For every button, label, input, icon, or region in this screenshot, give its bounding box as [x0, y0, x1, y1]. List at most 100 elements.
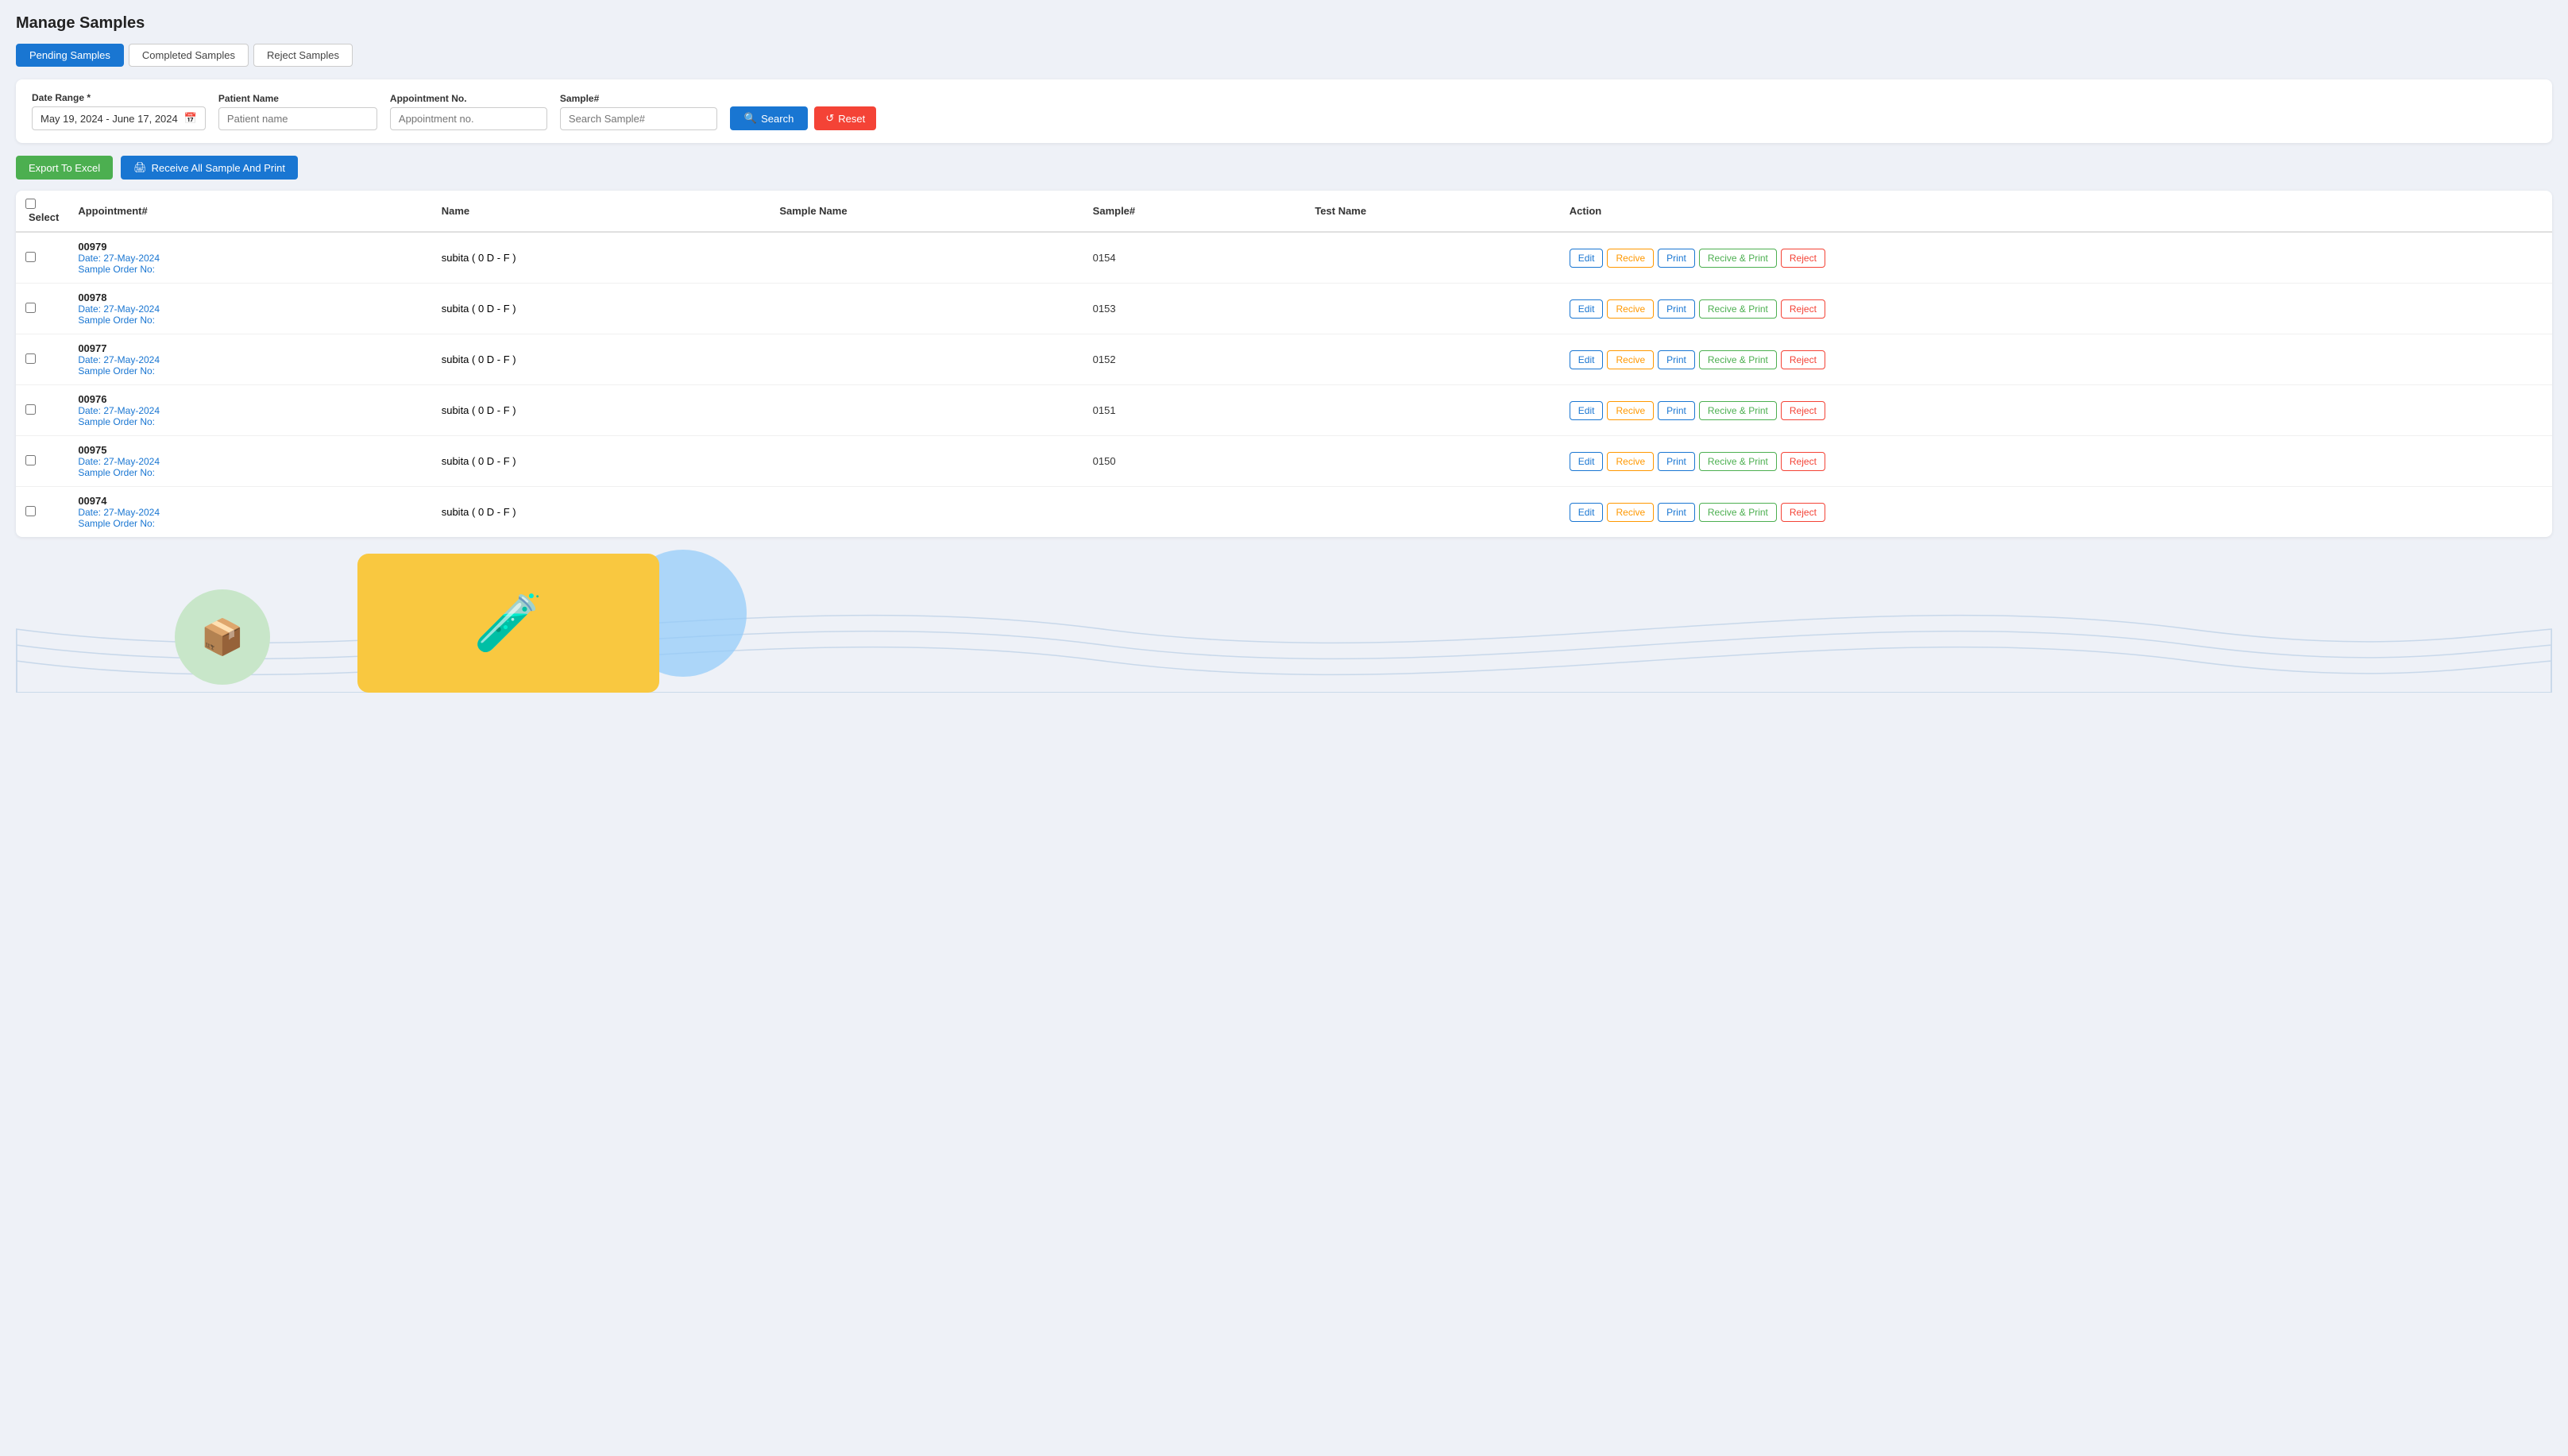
appointment-date: Date: 27-May-2024 — [78, 303, 422, 315]
patient-name-cell: subita ( 0 D - F ) — [432, 436, 770, 487]
receive-button[interactable]: Recive — [1607, 401, 1654, 420]
filter-card: Date Range * May 19, 2024 - June 17, 202… — [16, 79, 2552, 143]
receive-print-button[interactable]: Recive & Print — [1699, 503, 1777, 522]
tab-reject-samples[interactable]: Reject Samples — [253, 44, 353, 67]
appointment-order: Sample Order No: — [78, 315, 422, 326]
print-icon: 🖨 — [133, 161, 147, 174]
print-button[interactable]: Print — [1658, 350, 1695, 369]
appointment-no-input[interactable] — [390, 107, 547, 130]
export-excel-button[interactable]: Export To Excel — [16, 156, 113, 180]
edit-button[interactable]: Edit — [1570, 299, 1604, 319]
date-range-label: Date Range * — [32, 92, 206, 103]
tab-pending-samples[interactable]: Pending Samples — [16, 44, 124, 67]
edit-button[interactable]: Edit — [1570, 503, 1604, 522]
reject-button[interactable]: Reject — [1781, 249, 1825, 268]
row-checkbox-0[interactable] — [25, 252, 36, 262]
sample-search-input[interactable] — [560, 107, 717, 130]
date-range-group: Date Range * May 19, 2024 - June 17, 202… — [32, 92, 206, 130]
row-checkbox-4[interactable] — [25, 455, 36, 465]
action-toolbar: Export To Excel 🖨 Receive All Sample And… — [16, 156, 2552, 180]
edit-button[interactable]: Edit — [1570, 249, 1604, 268]
patient-name-label: Patient Name — [218, 93, 377, 104]
table-row: 00974 Date: 27-May-2024 Sample Order No:… — [16, 487, 2552, 538]
receive-button[interactable]: Recive — [1607, 503, 1654, 522]
appointment-number: 00979 — [78, 241, 422, 253]
appointment-order: Sample Order No: — [78, 416, 422, 427]
action-buttons: Edit Recive Print Recive & Print Reject — [1570, 452, 2543, 471]
sample-name-cell — [770, 487, 1083, 538]
tube-illustration: 🧪 — [473, 591, 543, 656]
row-checkbox-2[interactable] — [25, 353, 36, 364]
samples-table-wrapper: Select Appointment# Name Sample Name Sam… — [16, 191, 2552, 537]
patient-name-cell: subita ( 0 D - F ) — [432, 232, 770, 284]
reject-button[interactable]: Reject — [1781, 401, 1825, 420]
sample-number-cell: 0154 — [1083, 232, 1306, 284]
action-buttons: Edit Recive Print Recive & Print Reject — [1570, 249, 2543, 268]
appointment-date: Date: 27-May-2024 — [78, 405, 422, 416]
deco-image: 🧪 — [357, 554, 659, 693]
tab-completed-samples[interactable]: Completed Samples — [129, 44, 249, 67]
receive-button[interactable]: Recive — [1607, 299, 1654, 319]
receive-print-button[interactable]: Recive & Print — [1699, 452, 1777, 471]
test-name-cell — [1305, 385, 1559, 436]
reject-button[interactable]: Reject — [1781, 350, 1825, 369]
sample-name-cell — [770, 232, 1083, 284]
row-checkbox-1[interactable] — [25, 303, 36, 313]
reject-button[interactable]: Reject — [1781, 452, 1825, 471]
receive-print-button[interactable]: Recive & Print — [1699, 350, 1777, 369]
print-button[interactable]: Print — [1658, 299, 1695, 319]
appointment-order: Sample Order No: — [78, 518, 422, 529]
reset-button[interactable]: ↺ Reset — [814, 106, 876, 130]
appointment-no-group: Appointment No. — [390, 93, 547, 130]
table-row: 00976 Date: 27-May-2024 Sample Order No:… — [16, 385, 2552, 436]
receive-button[interactable]: Recive — [1607, 452, 1654, 471]
receive-button[interactable]: Recive — [1607, 249, 1654, 268]
test-name-cell — [1305, 436, 1559, 487]
print-button[interactable]: Print — [1658, 249, 1695, 268]
reset-icon: ↺ — [825, 112, 834, 125]
appointment-no-label: Appointment No. — [390, 93, 547, 104]
appointment-order: Sample Order No: — [78, 467, 422, 478]
tab-bar: Pending Samples Completed Samples Reject… — [16, 44, 2552, 67]
appointment-number: 00976 — [78, 393, 422, 405]
print-button[interactable]: Print — [1658, 503, 1695, 522]
sample-number-cell: 0152 — [1083, 334, 1306, 385]
action-buttons: Edit Recive Print Recive & Print Reject — [1570, 503, 2543, 522]
date-range-input[interactable]: May 19, 2024 - June 17, 2024 📅 — [32, 106, 206, 130]
sample-label: Sample# — [560, 93, 717, 104]
appointment-date: Date: 27-May-2024 — [78, 354, 422, 365]
action-col-header: Action — [1560, 191, 2552, 232]
table-row: 00979 Date: 27-May-2024 Sample Order No:… — [16, 232, 2552, 284]
receive-print-button[interactable]: Recive & Print — [1699, 401, 1777, 420]
row-checkbox-5[interactable] — [25, 506, 36, 516]
print-button[interactable]: Print — [1658, 452, 1695, 471]
action-buttons: Edit Recive Print Recive & Print Reject — [1570, 299, 2543, 319]
table-row: 00978 Date: 27-May-2024 Sample Order No:… — [16, 284, 2552, 334]
appointment-number: 00977 — [78, 342, 422, 354]
table-row: 00975 Date: 27-May-2024 Sample Order No:… — [16, 436, 2552, 487]
sample-name-cell — [770, 334, 1083, 385]
print-button[interactable]: Print — [1658, 401, 1695, 420]
sample-name-cell — [770, 284, 1083, 334]
box-icon: 📦 — [201, 616, 245, 658]
reject-button[interactable]: Reject — [1781, 299, 1825, 319]
row-checkbox-3[interactable] — [25, 404, 36, 415]
receive-button[interactable]: Recive — [1607, 350, 1654, 369]
receive-print-button[interactable]: Recive & Print — [1699, 299, 1777, 319]
edit-button[interactable]: Edit — [1570, 452, 1604, 471]
receive-all-print-button[interactable]: 🖨 Receive All Sample And Print — [121, 156, 298, 180]
patient-name-input[interactable] — [218, 107, 377, 130]
sample-number-cell: 0153 — [1083, 284, 1306, 334]
receive-print-button[interactable]: Recive & Print — [1699, 249, 1777, 268]
edit-button[interactable]: Edit — [1570, 401, 1604, 420]
sample-name-cell — [770, 385, 1083, 436]
select-all-checkbox[interactable] — [25, 199, 36, 209]
reject-button[interactable]: Reject — [1781, 503, 1825, 522]
name-col-header: Name — [432, 191, 770, 232]
patient-name-cell: subita ( 0 D - F ) — [432, 385, 770, 436]
test-name-cell — [1305, 487, 1559, 538]
edit-button[interactable]: Edit — [1570, 350, 1604, 369]
search-button[interactable]: 🔍 Search — [730, 106, 808, 130]
table-card: Select Appointment# Name Sample Name Sam… — [16, 191, 2552, 537]
sample-num-col-header: Sample# — [1083, 191, 1306, 232]
